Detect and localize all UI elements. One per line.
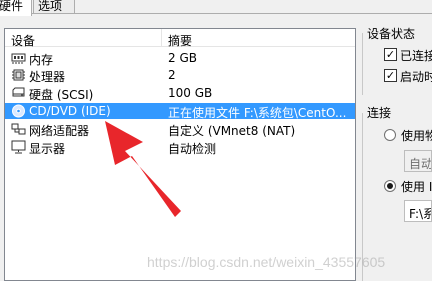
device-summary: 2 GB bbox=[168, 51, 197, 65]
iso-path-input[interactable]: F:\系 bbox=[404, 200, 432, 222]
hard-disk-icon bbox=[11, 86, 26, 100]
cd-dvd-icon bbox=[11, 104, 26, 118]
device-row-display[interactable]: 显示器 自动检测 bbox=[5, 139, 355, 156]
device-row-processor[interactable]: 处理器 2 bbox=[5, 67, 355, 84]
network-adapter-icon bbox=[11, 122, 26, 136]
watermark-text: https://blog.csdn.net/weixin_43557605 bbox=[147, 254, 386, 270]
connect-at-power-on-label: 启动时 bbox=[400, 70, 432, 84]
display-icon bbox=[11, 140, 26, 154]
use-iso-image-radio[interactable] bbox=[384, 180, 396, 192]
tab-hardware[interactable]: 硬件 bbox=[0, 0, 32, 16]
device-name: 内存 bbox=[29, 53, 54, 67]
device-name: CD/DVD (IDE) bbox=[29, 104, 111, 118]
tab-options[interactable]: 选项 bbox=[33, 0, 75, 14]
use-physical-drive-radio[interactable] bbox=[384, 129, 396, 141]
column-header-device[interactable]: 设备 bbox=[11, 32, 35, 49]
connect-at-power-on-checkbox[interactable]: ✓ bbox=[384, 69, 397, 82]
tab-bar: 硬件 选项 bbox=[0, 0, 432, 16]
device-name: 处理器 bbox=[29, 70, 66, 84]
memory-icon bbox=[11, 51, 26, 65]
device-status-group bbox=[362, 33, 432, 95]
connected-label: 已连接 bbox=[400, 49, 432, 63]
device-row-hard-disk[interactable]: 硬盘 (SCSI) 100 GB bbox=[5, 85, 355, 102]
processor-icon bbox=[11, 68, 26, 82]
device-name: 显示器 bbox=[29, 142, 66, 156]
device-summary: 自动检测 bbox=[168, 142, 217, 156]
device-summary: 100 GB bbox=[168, 86, 213, 100]
column-header-summary[interactable]: 摘要 bbox=[168, 32, 192, 49]
device-list[interactable]: 设备 摘要 内存 2 GB 处理器 2 硬盘 (SCSI) 100 GB CD/… bbox=[4, 28, 356, 281]
tab-divider bbox=[0, 13, 432, 14]
connected-checkbox[interactable]: ✓ bbox=[384, 48, 397, 61]
physical-drive-select[interactable]: 自动 bbox=[404, 150, 432, 172]
device-row-memory[interactable]: 内存 2 GB bbox=[5, 50, 355, 67]
use-iso-image-label: 使用 I bbox=[401, 180, 432, 194]
use-physical-drive-label: 使用物 bbox=[401, 129, 432, 143]
device-name: 网络适配器 bbox=[29, 124, 90, 138]
device-name: 硬盘 (SCSI) bbox=[29, 88, 94, 102]
column-separator[interactable] bbox=[161, 29, 162, 47]
device-summary: 自定义 (VMnet8 (NAT) bbox=[168, 124, 296, 138]
device-row-cd-dvd[interactable]: CD/DVD (IDE) 正在使用文件 F:\系统包\CentO... bbox=[5, 103, 355, 120]
device-summary: 正在使用文件 F:\系统包\CentO... bbox=[168, 106, 347, 120]
device-summary: 2 bbox=[168, 68, 176, 82]
device-list-header: 设备 摘要 bbox=[5, 29, 355, 49]
device-row-network-adapter[interactable]: 网络适配器 自定义 (VMnet8 (NAT) bbox=[5, 121, 355, 138]
